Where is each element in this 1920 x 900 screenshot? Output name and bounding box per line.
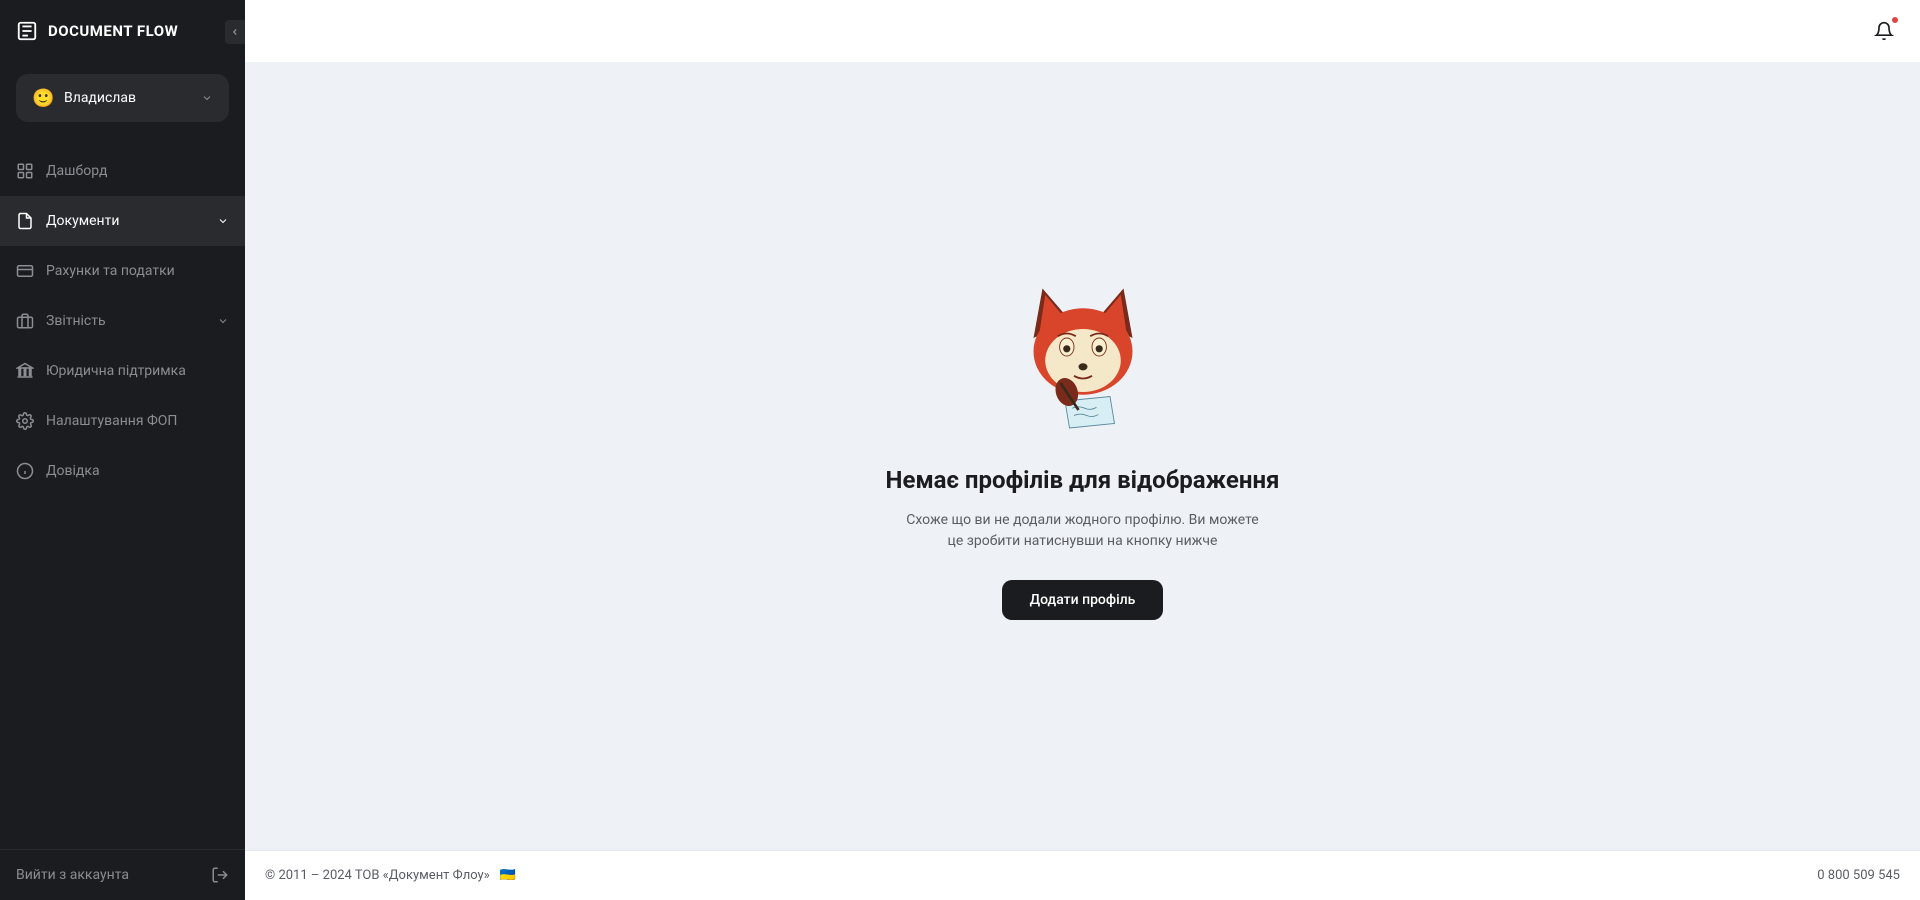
nav-label: Звітність [46,313,205,329]
copyright-text: © 2011 – 2024 ТОВ «Документ Флоу» [265,868,490,883]
dashboard-icon [16,162,34,180]
bell-icon [1874,21,1894,41]
briefcase-icon [16,312,34,330]
footer-phone: 0 800 509 545 [1817,868,1900,883]
sidebar-item-help[interactable]: Довідка [0,446,245,496]
add-profile-button[interactable]: Додати профіль [1002,580,1164,620]
collapse-sidebar-button[interactable] [225,20,245,44]
gear-icon [16,412,34,430]
user-avatar-icon: 🙂 [32,88,52,108]
brand-name: DOCUMENT FLOW [48,22,178,40]
sidebar: DOCUMENT FLOW 🙂 Владислав Дашборд [0,0,245,900]
sidebar-item-dashboard[interactable]: Дашборд [0,146,245,196]
sidebar-item-settings[interactable]: Налаштування ФОП [0,396,245,446]
footer-bar: © 2011 – 2024 ТОВ «Документ Флоу» 🇺🇦 0 8… [245,850,1920,900]
main-area: Немає профілів для відображення Схоже що… [245,0,1920,900]
nav-label: Рахунки та податки [46,263,229,279]
sidebar-item-documents[interactable]: Документи [0,196,245,246]
nav-label: Документи [46,213,205,229]
nav-label: Налаштування ФОП [46,413,229,429]
chevron-down-icon [217,315,229,327]
sidebar-header: DOCUMENT FLOW [0,0,245,62]
logout-icon [211,866,229,884]
topbar [245,0,1920,62]
logout-label: Вийти з аккаунта [16,867,199,883]
card-icon [16,262,34,280]
sidebar-item-reporting[interactable]: Звітність [0,296,245,346]
footer-left: © 2011 – 2024 ТОВ «Документ Флоу» 🇺🇦 [265,868,516,883]
nav-list: Дашборд Документи Рахунки та податки [0,146,245,849]
user-name-label: Владислав [64,90,189,106]
info-icon [16,462,34,480]
sidebar-item-legal[interactable]: Юридична підтримка [0,346,245,396]
notifications-button[interactable] [1872,19,1896,43]
flag-icon: 🇺🇦 [499,868,515,883]
document-icon [16,212,34,230]
content: Немає профілів для відображення Схоже що… [245,62,1920,850]
chevron-down-icon [201,92,213,104]
logout-button[interactable]: Вийти з аккаунта [0,849,245,900]
fox-illustration-icon [993,252,1173,442]
notification-dot [1892,17,1898,23]
chevron-down-icon [217,215,229,227]
nav-label: Дашборд [46,163,229,179]
empty-state-title: Немає профілів для відображення [886,466,1280,494]
nav-label: Юридична підтримка [46,363,229,379]
sidebar-item-accounts-taxes[interactable]: Рахунки та податки [0,246,245,296]
bank-icon [16,362,34,380]
nav-label: Довідка [46,463,229,479]
empty-state-description: Схоже що ви не додали жодного профілю. В… [903,510,1263,552]
empty-state: Немає профілів для відображення Схоже що… [886,252,1280,620]
user-profile-dropdown[interactable]: 🙂 Владислав [16,74,229,122]
logo-icon [16,20,38,42]
